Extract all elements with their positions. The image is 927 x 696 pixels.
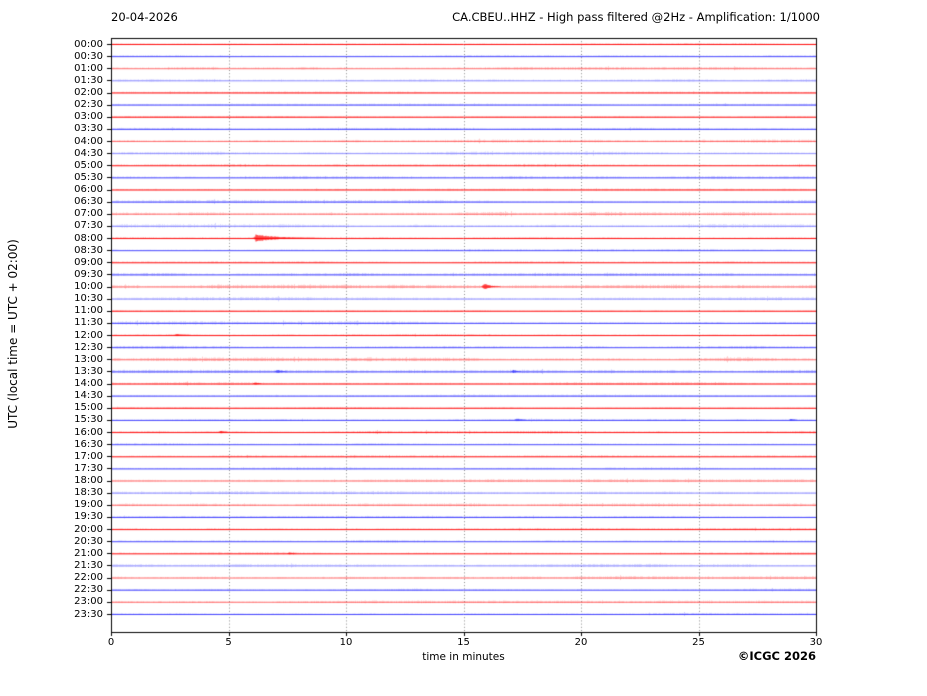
y-tick-label: 16:30 <box>74 438 103 450</box>
y-tick-label: 10:30 <box>74 293 103 305</box>
y-tick-label: 22:00 <box>74 572 103 584</box>
x-tick-label: 25 <box>692 637 705 648</box>
y-tick-label: 16:00 <box>74 426 103 438</box>
helicorder-figure: 20-04-2026 CA.CBEU..HHZ - High pass filt… <box>0 0 927 696</box>
y-tick-label: 02:30 <box>74 99 103 111</box>
y-tick-label: 05:00 <box>74 159 103 171</box>
y-tick-label: 01:30 <box>74 74 103 86</box>
y-tick-label: 10:00 <box>74 281 103 293</box>
x-tick-label: 30 <box>809 637 823 648</box>
y-tick-label: 18:30 <box>74 487 103 499</box>
y-tick-label: 06:00 <box>74 184 103 196</box>
title-bar: 20-04-2026 CA.CBEU..HHZ - High pass filt… <box>111 10 820 24</box>
y-tick-label: 07:00 <box>74 208 103 220</box>
y-axis-label: UTC (local time = UTC + 02:00) <box>6 239 20 429</box>
y-tick-label: 23:30 <box>74 608 103 620</box>
y-tick-label: 01:00 <box>74 62 103 74</box>
y-tick-label: 23:00 <box>74 596 103 608</box>
y-tick-label: 04:30 <box>74 147 103 159</box>
y-tick-label: 20:30 <box>74 535 103 547</box>
y-tick-label: 03:00 <box>74 111 103 123</box>
y-tick-label: 00:00 <box>74 38 103 50</box>
x-tick-label: 0 <box>107 637 115 648</box>
y-tick-label: 17:00 <box>74 450 103 462</box>
x-tick-label: 20 <box>574 637 588 648</box>
helicorder-canvas <box>0 0 927 696</box>
y-tick-label: 14:00 <box>74 378 103 390</box>
y-tick-label: 19:00 <box>74 499 103 511</box>
y-tick-label: 15:00 <box>74 402 103 414</box>
y-tick-label: 07:30 <box>74 220 103 232</box>
y-tick-label: 03:30 <box>74 123 103 135</box>
y-tick-label: 20:00 <box>74 523 103 535</box>
copyright-text: ©ICGC 2026 <box>737 649 816 663</box>
y-tick-label: 09:30 <box>74 268 103 280</box>
y-tick-label: 15:30 <box>74 414 103 426</box>
y-tick-label: 11:00 <box>74 305 103 317</box>
y-tick-label: 08:30 <box>74 244 103 256</box>
y-tick-label: 22:30 <box>74 584 103 596</box>
y-tick-label: 13:30 <box>74 365 103 377</box>
y-tick-label: 04:00 <box>74 135 103 147</box>
y-tick-label: 12:30 <box>74 341 103 353</box>
x-tick-label: 10 <box>339 637 353 648</box>
y-tick-label: 21:30 <box>74 559 103 571</box>
plot-date: 20-04-2026 <box>111 10 178 24</box>
y-tick-label: 21:00 <box>74 547 103 559</box>
y-tick-label: 11:30 <box>74 317 103 329</box>
x-tick-label: 15 <box>457 637 470 648</box>
y-tick-label: 14:30 <box>74 390 103 402</box>
y-tick-label: 19:30 <box>74 511 103 523</box>
y-tick-label: 02:00 <box>74 87 103 98</box>
y-tick-label: 00:30 <box>74 50 103 62</box>
y-tick-label: 18:00 <box>74 475 103 487</box>
x-axis-label: time in minutes <box>422 651 505 663</box>
y-tick-label: 08:00 <box>74 232 103 244</box>
y-tick-label: 17:30 <box>74 462 103 474</box>
y-tick-label: 09:00 <box>74 256 103 268</box>
y-tick-label: 13:00 <box>74 353 103 365</box>
plot-title: CA.CBEU..HHZ - High pass filtered @2Hz -… <box>452 10 820 24</box>
y-tick-label: 05:30 <box>74 171 103 183</box>
y-tick-label: 06:30 <box>74 196 103 208</box>
x-tick-label: 5 <box>225 637 232 648</box>
y-tick-label: 12:00 <box>74 329 103 341</box>
